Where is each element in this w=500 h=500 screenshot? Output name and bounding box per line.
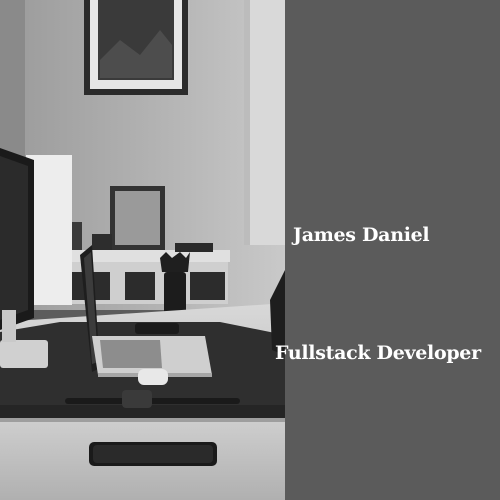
desk-photo bbox=[0, 0, 285, 500]
desk-photo-illustration bbox=[0, 0, 285, 500]
job-title: Fullstack Developer bbox=[275, 342, 481, 364]
person-name: James Daniel bbox=[293, 224, 430, 246]
info-panel bbox=[285, 0, 500, 500]
